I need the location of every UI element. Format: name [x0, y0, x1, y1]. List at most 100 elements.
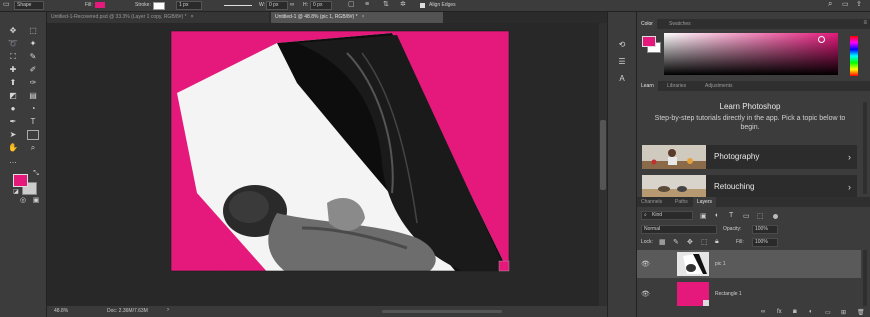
tab-untitled-1[interactable]: Untitled-1 @ 48.8% (pic 1, RGB/8#) * ×: [271, 12, 443, 23]
lock-transparency-icon[interactable]: ▦: [659, 238, 666, 246]
path-arrangement-icon[interactable]: ⇅: [383, 1, 389, 9]
tab-untitled-recovered[interactable]: Untitled-1-Recovered.psd @ 33.3% (Layer …: [47, 12, 269, 23]
tab-adjustments[interactable]: Adjustments: [701, 81, 737, 91]
clone-stamp-icon[interactable]: ⬆: [7, 78, 19, 88]
crop-tool-icon[interactable]: ⛶: [7, 52, 19, 62]
magic-wand-icon[interactable]: ✦: [27, 39, 39, 49]
learn-scrollbar[interactable]: [863, 102, 867, 194]
zoom-tool-icon[interactable]: ⌕: [27, 143, 39, 153]
layer-filter-select[interactable]: ⌕ Kind: [641, 211, 693, 220]
eye-visibility-icon[interactable]: 👁︎: [641, 260, 650, 268]
link-icon[interactable]: ∞: [290, 1, 294, 9]
filter-smart-object-icon[interactable]: ⬚: [757, 212, 764, 220]
color-foreground-swatch[interactable]: [642, 36, 656, 47]
path-alignment-icon[interactable]: ≡: [365, 1, 369, 9]
more-tools-icon[interactable]: …: [7, 156, 19, 166]
fill-swatch[interactable]: [95, 2, 105, 8]
blend-mode-select[interactable]: Normal: [641, 225, 717, 234]
tab-libraries[interactable]: Libraries: [663, 81, 690, 91]
path-selection-icon[interactable]: ➤: [7, 130, 19, 140]
workspace-icon[interactable]: ▭: [842, 1, 849, 9]
character-panel-icon[interactable]: A: [616, 74, 628, 84]
status-menu-arrow-icon[interactable]: ›: [167, 307, 169, 313]
lock-artboard-icon[interactable]: ⬚: [701, 238, 708, 246]
search-icon[interactable]: ⌕: [828, 0, 832, 8]
tool-mode-select[interactable]: Shape: [14, 1, 44, 10]
add-mask-icon[interactable]: ◙: [793, 309, 797, 315]
fill-field[interactable]: 100%: [752, 238, 778, 247]
tab-layers[interactable]: Layers: [693, 197, 717, 207]
filter-shape-icon[interactable]: ▭: [743, 212, 750, 220]
link-layers-icon[interactable]: ∞: [761, 309, 765, 315]
close-icon[interactable]: ×: [362, 14, 365, 20]
document-canvas[interactable]: [47, 23, 599, 306]
scrollbar-thumb[interactable]: [600, 120, 606, 190]
tab-learn[interactable]: Learn: [637, 81, 658, 91]
share-icon[interactable]: ⇪: [856, 1, 862, 9]
tool-preset-icon[interactable]: ▭: [3, 1, 10, 9]
horizontal-scrollbar[interactable]: [382, 310, 502, 313]
history-brush-icon[interactable]: ✑: [27, 78, 39, 88]
align-edges-checkbox[interactable]: [420, 3, 425, 8]
pen-tool-icon[interactable]: ✒: [7, 117, 19, 127]
brush-tool-icon[interactable]: ✐: [27, 65, 39, 75]
hue-slider[interactable]: [850, 36, 858, 76]
properties-panel-icon[interactable]: ☰: [616, 57, 628, 67]
artboard-tool-icon[interactable]: ⬚: [27, 26, 39, 36]
zoom-level[interactable]: 48.8%: [54, 308, 68, 314]
eraser-tool-icon[interactable]: ◩: [7, 91, 19, 101]
tab-color[interactable]: Color: [637, 19, 657, 29]
path-operations-icon[interactable]: ▢: [348, 1, 355, 9]
lock-pixels-icon[interactable]: ✎: [673, 238, 679, 246]
tab-paths[interactable]: Paths: [671, 197, 692, 207]
width-field[interactable]: 0 px: [266, 1, 288, 10]
stroke-swatch[interactable]: [153, 2, 165, 10]
adjustment-layer-icon[interactable]: ◐: [809, 309, 813, 315]
filter-toggle-icon[interactable]: [773, 214, 778, 219]
layer-row-pic-1[interactable]: 👁︎ pic 1: [637, 250, 861, 278]
stroke-size-field[interactable]: 1 px: [176, 1, 202, 10]
layer-row-rectangle-1[interactable]: 👁︎ Rectangle 1: [637, 280, 861, 308]
trash-icon[interactable]: 🗑︎: [857, 309, 865, 316]
rectangle-tool-icon[interactable]: [27, 130, 39, 140]
new-group-icon[interactable]: ▭: [825, 309, 831, 316]
height-field[interactable]: 0 px: [310, 1, 332, 10]
learn-card-photography[interactable]: Photography ›: [642, 145, 857, 169]
new-layer-icon[interactable]: ⊞: [841, 309, 846, 316]
learn-title: Learn Photoshop: [719, 102, 781, 111]
layer-name: pic 1: [715, 261, 726, 267]
eye-visibility-icon[interactable]: 👁︎: [641, 290, 650, 298]
blur-tool-icon[interactable]: ●: [7, 104, 19, 114]
lock-position-icon[interactable]: ✥: [687, 238, 693, 246]
lasso-tool-icon[interactable]: ➰: [7, 39, 19, 49]
swap-colors-icon[interactable]: ⤡: [30, 169, 42, 179]
history-panel-icon[interactable]: ⟲: [616, 40, 628, 50]
close-icon[interactable]: ×: [191, 14, 194, 20]
filter-pixel-icon[interactable]: ▣: [700, 212, 707, 220]
lock-all-icon[interactable]: 🔒︎: [715, 238, 719, 246]
layer-style-icon[interactable]: fx: [777, 309, 782, 315]
tab-swatches[interactable]: Swatches: [665, 19, 695, 29]
color-field-picker[interactable]: [664, 33, 838, 75]
settings-gear-icon[interactable]: ✲: [400, 1, 406, 9]
tab-channels[interactable]: Channels: [637, 197, 666, 207]
panel-menu-icon[interactable]: ≡: [863, 20, 867, 26]
stroke-style-select[interactable]: [224, 5, 252, 6]
dodge-tool-icon[interactable]: ◔: [27, 104, 39, 114]
layers-scrollbar[interactable]: [863, 250, 867, 306]
hand-tool-icon[interactable]: ✋: [7, 143, 19, 153]
color-picker-ring[interactable]: [818, 36, 825, 43]
opacity-field[interactable]: 100%: [752, 225, 778, 234]
gradient-tool-icon[interactable]: ▤: [27, 91, 39, 101]
foreground-color-swatch[interactable]: [13, 174, 28, 187]
healing-brush-icon[interactable]: ✚: [7, 65, 19, 75]
move-tool-icon[interactable]: ✥: [7, 26, 19, 36]
screen-mode-icon[interactable]: ▣: [30, 196, 42, 206]
filter-adjustment-icon[interactable]: ◐: [715, 212, 719, 219]
eyedropper-icon[interactable]: ✎: [27, 52, 39, 62]
type-tool-icon[interactable]: T: [27, 117, 39, 127]
quick-mask-icon[interactable]: ◎: [17, 196, 29, 206]
canvas-area[interactable]: [47, 23, 599, 306]
learn-card-retouching[interactable]: Retouching ›: [642, 175, 857, 199]
filter-type-icon[interactable]: T: [729, 212, 733, 219]
